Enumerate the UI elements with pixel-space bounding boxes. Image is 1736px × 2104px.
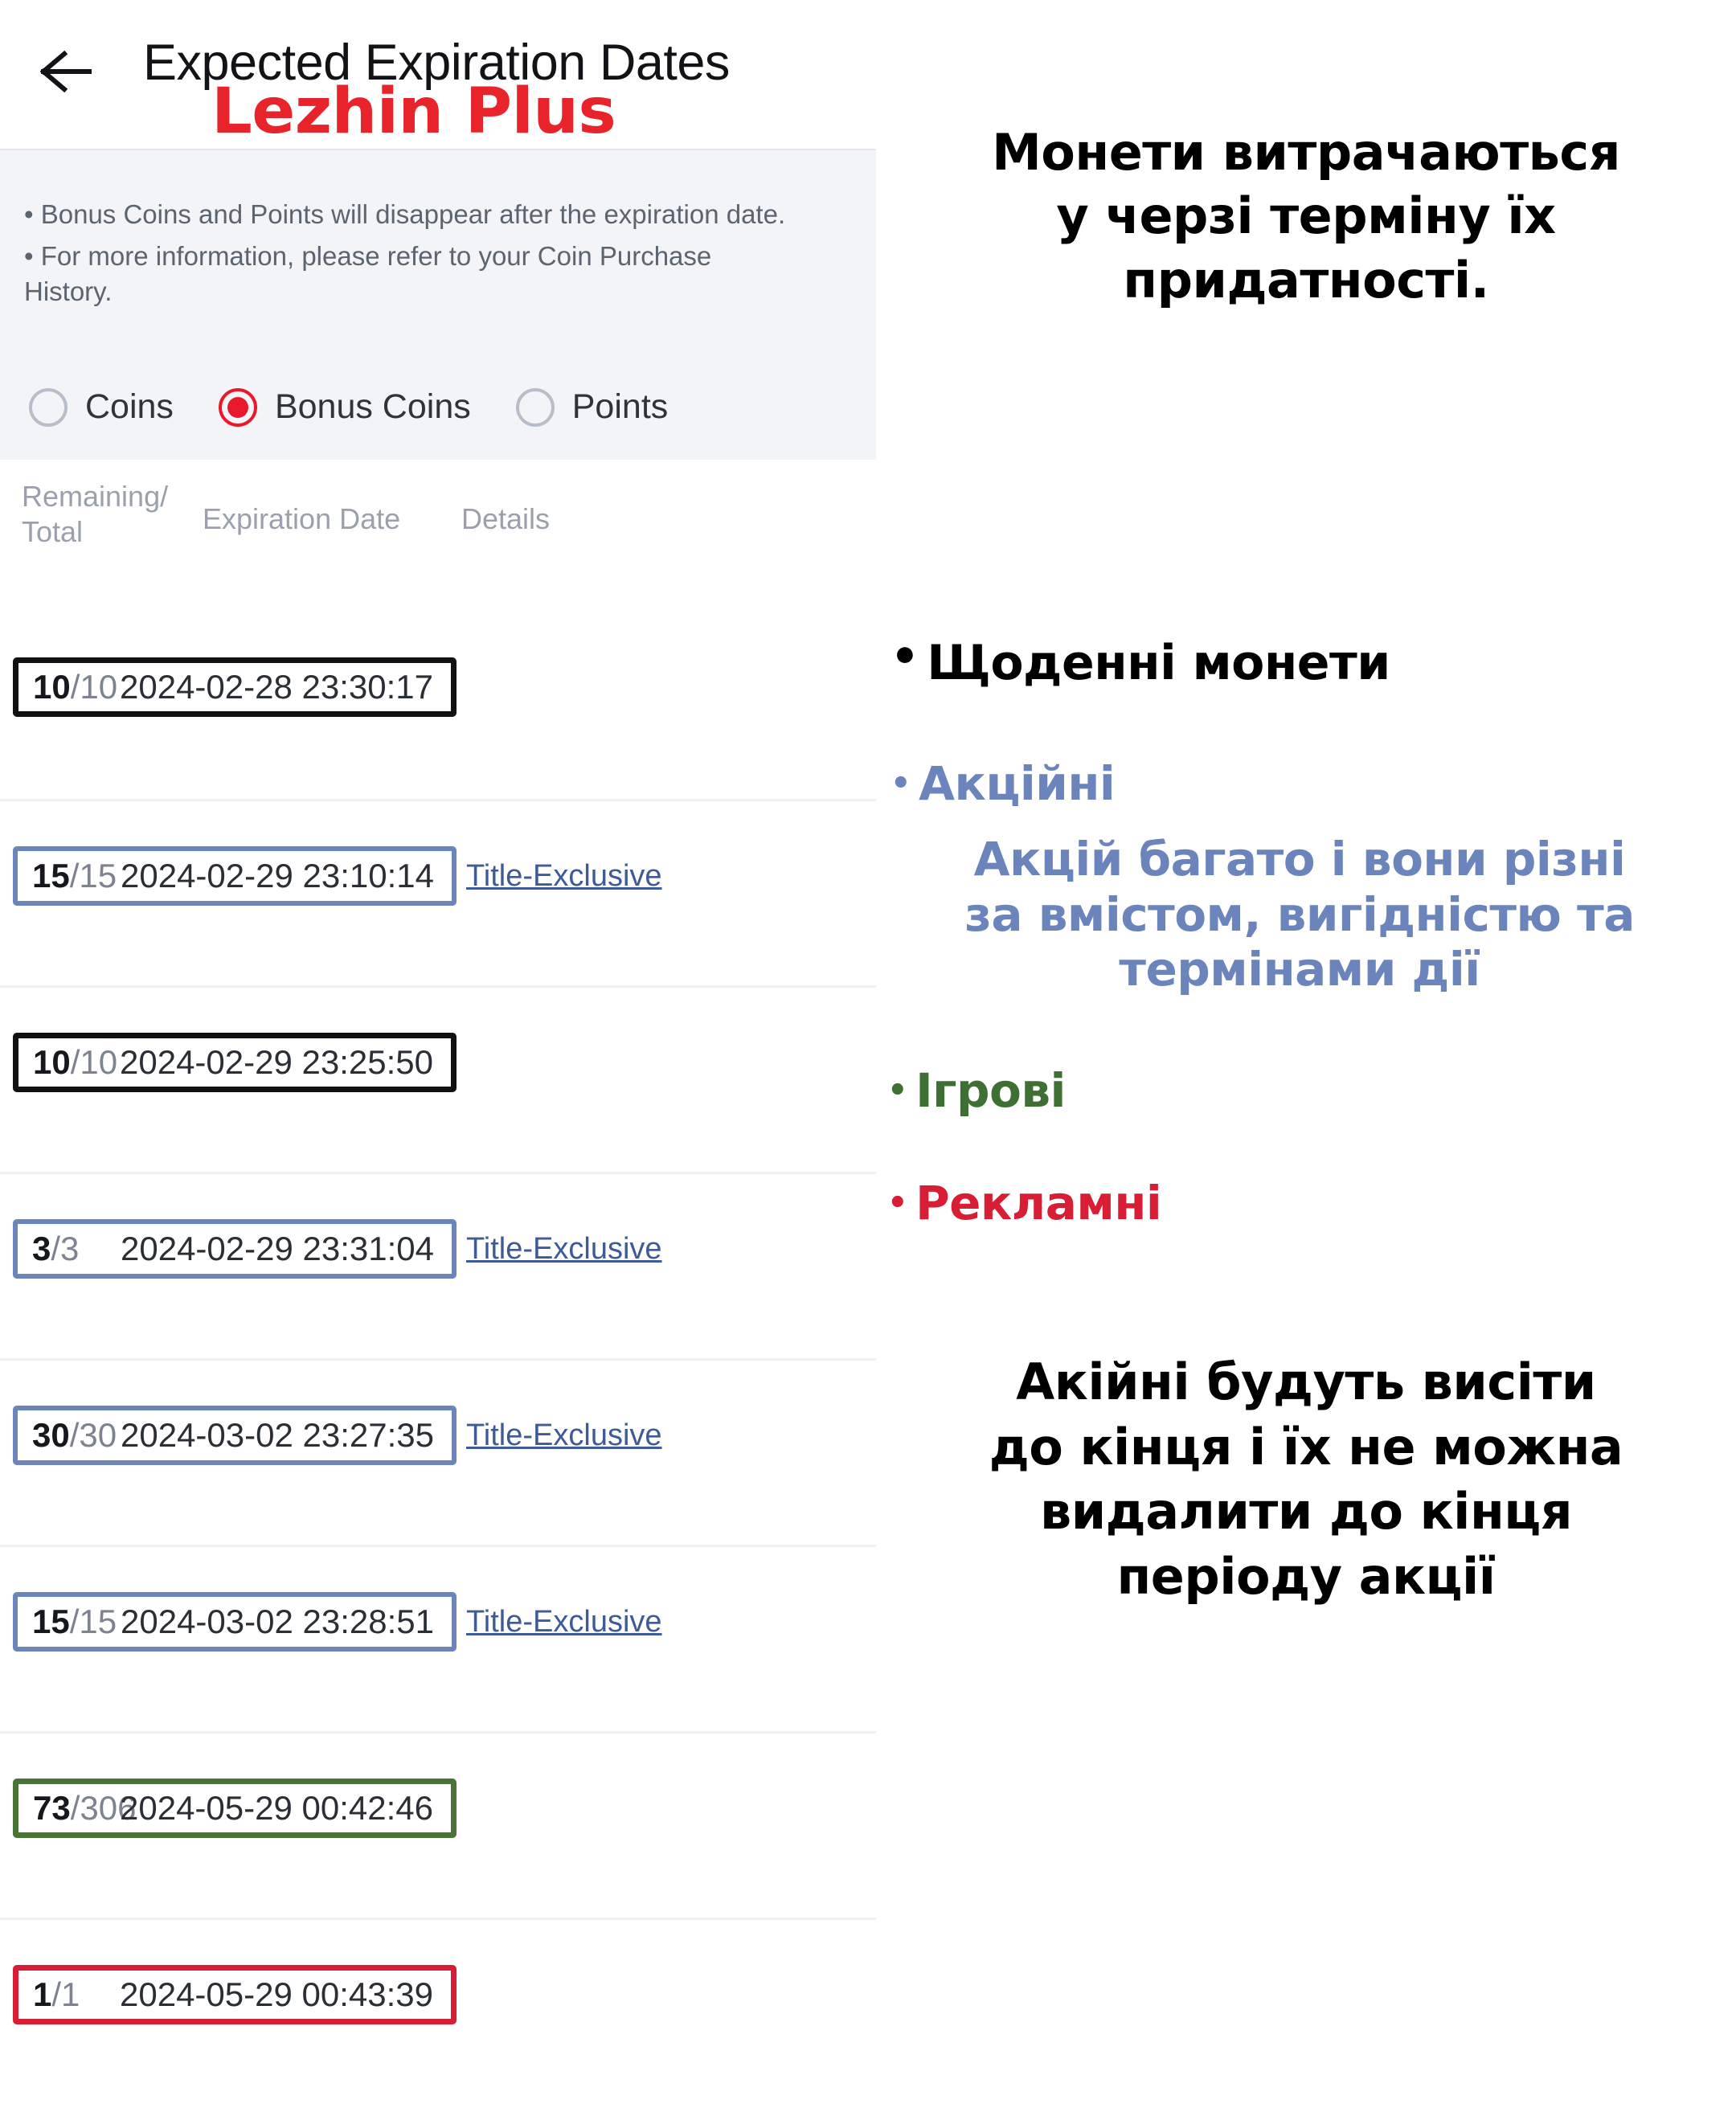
arrow-left-icon (40, 51, 92, 92)
currency-filter-group: Coins Bonus Coins Points (29, 387, 713, 427)
row-highlight-box: 1/1 2024-05-29 00:43:39 (13, 1965, 457, 2024)
table-row[interactable]: 3/3 2024-02-29 23:31:04 Title-Exclusive (0, 1172, 876, 1358)
annotation-promo-line-3: термінами дії (1119, 942, 1480, 997)
cell-expiration-date: 2024-05-29 00:42:46 (120, 1789, 433, 1827)
column-header-remaining-total: Remaining/ Total (22, 479, 190, 550)
annotation-promo-note: Акцій багато і вони різні за вмістом, ви… (886, 832, 1713, 997)
radio-option-coins[interactable]: Coins (29, 387, 174, 427)
annotation-bottom-line-3: видалити до кінця (1039, 1482, 1573, 1541)
annotation-pane: Монети витрачаються у черзі терміну їх п… (876, 0, 1736, 1733)
table-row[interactable]: 15/15 2024-02-29 23:10:14 Title-Exclusive (0, 799, 876, 985)
radio-option-points[interactable]: Points (515, 387, 669, 427)
annotation-bullet-list: • Щоденні монети • Акційні Акцій багато … (876, 635, 1736, 1230)
annotation-bottom-note: Акійні будуть висіти до кінця і їх не мо… (876, 1350, 1736, 1609)
table-header: Remaining/ Total Expiration Date Details (0, 479, 876, 575)
table-row[interactable]: 1/1 2024-05-29 00:43:39 (0, 1918, 876, 2104)
radio-icon-bonus-coins[interactable] (218, 387, 257, 427)
cell-expiration-date: 2024-02-28 23:30:17 (120, 668, 433, 706)
row-highlight-box: 10/10 2024-02-28 23:30:17 (13, 657, 457, 717)
column-header-expiration-date: Expiration Date (203, 502, 401, 535)
column-header-remaining-line1: Remaining/ (22, 480, 169, 513)
bullet-label-game: Ігрові (915, 1062, 1066, 1118)
table-row[interactable]: 15/15 2024-03-02 23:28:51 Title-Exclusive (0, 1545, 876, 1731)
column-header-details: Details (461, 502, 551, 535)
radio-icon-points[interactable] (515, 387, 555, 427)
annotation-bottom-line-1: Акійні будуть висіти (1016, 1353, 1596, 1411)
cell-expiration-date: 2024-03-02 23:28:51 (121, 1603, 434, 1640)
table-row[interactable]: 10/10 2024-02-29 23:25:50 (0, 985, 876, 1172)
row-highlight-box: 73/306 2024-05-29 00:42:46 (13, 1779, 457, 1838)
cell-details-link[interactable]: Title-Exclusive (466, 1406, 662, 1465)
bullet-daily-coins: • Щоденні монети (876, 635, 1736, 692)
screenshot-root: Expected Expiration Dates Lezhin Plus • … (0, 0, 1736, 2024)
bullet-game: • Ігрові (876, 1063, 1736, 1118)
bullet-label-promo: Акційні (919, 755, 1116, 811)
cell-details-link[interactable]: Title-Exclusive (466, 846, 662, 906)
expiration-table-body: 10/10 2024-02-28 23:30:17 15/15 2024-02-29 … (0, 612, 876, 2104)
table-row[interactable]: 30/30 2024-03-02 23:27:35 Title-Exclusive (0, 1358, 876, 1545)
bullet-marker-icon: • (887, 1184, 908, 1222)
row-highlight-box: 10/10 2024-02-29 23:25:50 (13, 1033, 457, 1092)
table-row[interactable]: 10/10 2024-02-28 23:30:17 (0, 612, 876, 799)
row-highlight-box: 15/15 2024-02-29 23:10:14 (13, 846, 457, 906)
row-highlight-box: 3/3 2024-02-29 23:31:04 (13, 1219, 457, 1279)
annotation-top-note: Монети витрачаються у черзі терміну їх п… (876, 121, 1736, 312)
page-title: Expected Expiration Dates (143, 35, 730, 91)
annotation-top-line-1: Монети витрачаються (992, 123, 1620, 182)
annotation-top-line-3: придатності. (1123, 250, 1489, 309)
annotation-top-line-2: у черзі терміну їх (1056, 186, 1556, 246)
bullet-ads: • Рекламні (876, 1176, 1736, 1230)
app-bar: Expected Expiration Dates (0, 0, 876, 149)
row-highlight-box: 15/15 2024-03-02 23:28:51 (13, 1592, 457, 1652)
cell-details-link[interactable]: Title-Exclusive (466, 1592, 662, 1652)
radio-label-points: Points (571, 387, 669, 426)
bullet-marker-icon: • (887, 1071, 908, 1109)
cell-expiration-date: 2024-02-29 23:31:04 (121, 1230, 434, 1267)
radio-icon-coins[interactable] (29, 387, 68, 427)
bullet-label-daily-coins: Щоденні монети (927, 635, 1390, 691)
bullet-label-ads: Рекламні (915, 1175, 1162, 1230)
notice-line-2: • For more information, please refer to … (24, 241, 712, 306)
annotation-bottom-line-4: періоду акції (1116, 1546, 1496, 1606)
radio-label-bonus-coins: Bonus Coins (274, 387, 471, 426)
bullet-marker-icon: • (891, 764, 911, 802)
table-row[interactable]: 73/306 2024-05-29 00:42:46 (0, 1731, 876, 1918)
bullet-promo: • Акційні (876, 756, 1736, 811)
lezhin-app-pane: Expected Expiration Dates Lezhin Plus • … (0, 0, 876, 2024)
annotation-promo-line-2: за вмістом, вигідністю та (964, 886, 1635, 942)
annotation-bottom-line-2: до кінця і їх не можна (989, 1417, 1623, 1476)
radio-label-coins: Coins (85, 387, 174, 426)
cell-details-link[interactable]: Title-Exclusive (466, 1219, 662, 1279)
cell-expiration-date: 2024-02-29 23:25:50 (120, 1043, 433, 1081)
notice-line-1: • Bonus Coins and Points will disappear … (24, 199, 786, 229)
cell-expiration-date: 2024-05-29 00:43:39 (120, 1975, 433, 2013)
cell-expiration-date: 2024-02-29 23:10:14 (121, 857, 434, 894)
row-highlight-box: 30/30 2024-03-02 23:27:35 (13, 1406, 457, 1465)
notice-panel: • Bonus Coins and Points will disappear … (0, 149, 876, 460)
cell-expiration-date: 2024-03-02 23:27:35 (121, 1416, 434, 1454)
back-button[interactable] (36, 42, 96, 101)
bullet-marker-icon: • (891, 631, 919, 683)
annotation-promo-line-1: Акцій багато і вони різні (973, 832, 1626, 887)
radio-option-bonus-coins[interactable]: Bonus Coins (218, 387, 471, 427)
column-header-remaining-line2: Total (22, 514, 84, 548)
